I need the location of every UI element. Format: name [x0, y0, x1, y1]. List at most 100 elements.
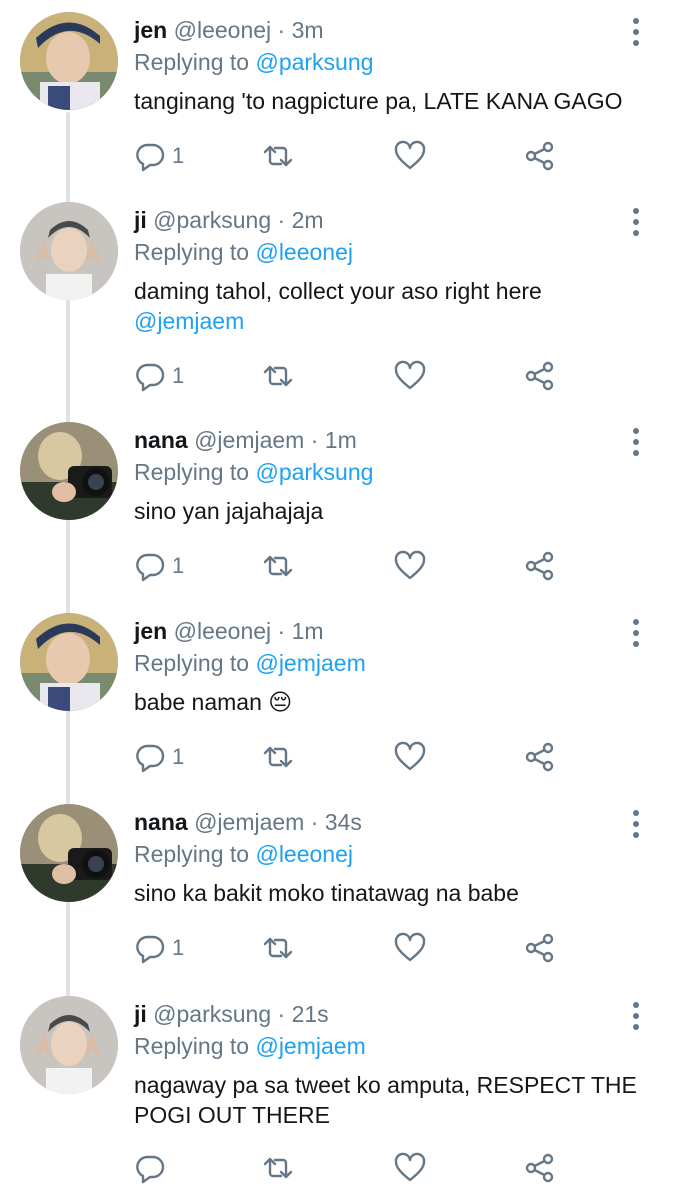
- reply-icon: [136, 143, 165, 172]
- replying-to-mention[interactable]: @leeonej: [255, 239, 353, 265]
- share-icon: [525, 141, 554, 171]
- reply-icon: [136, 1155, 165, 1184]
- share-button[interactable]: [524, 1148, 556, 1188]
- more-options-icon[interactable]: [626, 16, 646, 48]
- action-bar: 1: [134, 356, 574, 396]
- text-mention[interactable]: @jemjaem: [134, 308, 244, 334]
- reply-button[interactable]: 1: [134, 737, 184, 777]
- tweet[interactable]: ji @parksung · 2m Replying to @leeonej d…: [0, 190, 684, 392]
- tweet[interactable]: ji @parksung · 21s Replying to @jemjaem …: [0, 984, 684, 1200]
- share-button[interactable]: [524, 928, 556, 968]
- more-options-icon[interactable]: [626, 206, 646, 238]
- retweet-button[interactable]: [262, 737, 294, 777]
- more-options-icon[interactable]: [626, 426, 646, 458]
- like-button[interactable]: [394, 1148, 426, 1188]
- action-bar: 1: [134, 737, 574, 777]
- tweet-text-content: babe naman 😔: [134, 689, 293, 715]
- display-name[interactable]: nana: [134, 809, 188, 835]
- display-name[interactable]: jen: [134, 618, 167, 644]
- separator-dot: ·: [277, 207, 286, 233]
- replying-to-mention[interactable]: @leeonej: [255, 841, 353, 867]
- tweet-text: sino ka bakit moko tinatawag na babe: [134, 878, 644, 908]
- timestamp[interactable]: 1m: [325, 427, 357, 453]
- display-name[interactable]: ji: [134, 1001, 147, 1027]
- tweet[interactable]: jen @leeonej · 1m Replying to @jemjaem b…: [0, 601, 684, 791]
- retweet-button[interactable]: [262, 1148, 294, 1188]
- reply-count: 1: [172, 363, 185, 388]
- tweet-text: nagaway pa sa tweet ko amputa, RESPECT T…: [134, 1070, 644, 1130]
- share-button[interactable]: [524, 136, 556, 176]
- timestamp[interactable]: 3m: [292, 17, 324, 43]
- retweet-icon: [263, 365, 293, 387]
- like-button[interactable]: [394, 356, 426, 396]
- heart-icon: [394, 932, 426, 962]
- user-handle[interactable]: @jemjaem: [194, 427, 304, 453]
- reply-count: 1: [172, 553, 185, 578]
- more-options-icon[interactable]: [626, 617, 646, 649]
- tweet[interactable]: jen @leeonej · 3m Replying to @parksung …: [0, 0, 684, 190]
- avatar[interactable]: [20, 422, 118, 520]
- replying-to-mention[interactable]: @jemjaem: [255, 650, 365, 676]
- like-button[interactable]: [394, 136, 426, 176]
- reply-button[interactable]: [134, 1148, 172, 1188]
- retweet-button[interactable]: [262, 356, 294, 396]
- retweet-icon: [263, 145, 293, 167]
- avatar[interactable]: [20, 804, 118, 902]
- separator-dot: ·: [277, 17, 286, 43]
- reply-button[interactable]: 1: [134, 136, 184, 176]
- user-handle[interactable]: @leeonej: [174, 17, 272, 43]
- replying-to-mention[interactable]: @jemjaem: [255, 1033, 365, 1059]
- like-button[interactable]: [394, 737, 426, 777]
- retweet-icon: [263, 1157, 293, 1179]
- heart-icon: [394, 741, 426, 771]
- avatar[interactable]: [20, 12, 118, 110]
- share-button[interactable]: [524, 546, 556, 586]
- user-handle[interactable]: @parksung: [153, 1001, 271, 1027]
- more-options-icon[interactable]: [626, 808, 646, 840]
- display-name[interactable]: ji: [134, 207, 147, 233]
- replying-to-mention[interactable]: @parksung: [255, 459, 373, 485]
- timestamp[interactable]: 34s: [325, 809, 362, 835]
- more-options-icon[interactable]: [626, 1000, 646, 1032]
- display-name[interactable]: jen: [134, 17, 167, 43]
- replying-to-mention[interactable]: @parksung: [255, 49, 373, 75]
- like-button[interactable]: [394, 546, 426, 586]
- avatar[interactable]: [20, 202, 118, 300]
- timestamp[interactable]: 1m: [292, 618, 324, 644]
- tweet-text: tanginang 'to nagpicture pa, LATE KANA G…: [134, 86, 644, 116]
- action-bar: 1: [134, 546, 574, 586]
- reply-button[interactable]: 1: [134, 546, 184, 586]
- timestamp[interactable]: 2m: [292, 207, 324, 233]
- separator-dot: ·: [277, 1001, 286, 1027]
- reply-button[interactable]: 1: [134, 928, 184, 968]
- display-name[interactable]: nana: [134, 427, 188, 453]
- tweet[interactable]: nana @jemjaem · 1m Replying to @parksung…: [0, 410, 684, 600]
- heart-icon: [394, 1152, 426, 1182]
- avatar[interactable]: [20, 996, 118, 1094]
- tweet[interactable]: nana @jemjaem · 34s Replying to @leeonej…: [0, 792, 684, 982]
- user-handle[interactable]: @leeonej: [174, 618, 272, 644]
- heart-icon: [394, 550, 426, 580]
- user-handle[interactable]: @jemjaem: [194, 809, 304, 835]
- reply-thread: jen @leeonej · 3m Replying to @parksung …: [0, 0, 684, 1200]
- reply-icon: [136, 553, 165, 582]
- like-button[interactable]: [394, 928, 426, 968]
- action-bar: [134, 1148, 574, 1188]
- reply-button[interactable]: 1: [134, 356, 184, 396]
- replying-to-label: Replying to: [134, 49, 250, 75]
- tweet-text: babe naman 😔: [134, 687, 644, 717]
- retweet-button[interactable]: [262, 546, 294, 586]
- tweet-text-content: tanginang 'to nagpicture pa, LATE KANA G…: [134, 88, 623, 114]
- share-button[interactable]: [524, 737, 556, 777]
- share-icon: [525, 1153, 554, 1183]
- retweet-button[interactable]: [262, 136, 294, 176]
- tweet-text-content: daming tahol, collect your aso right her…: [134, 278, 542, 304]
- user-handle[interactable]: @parksung: [153, 207, 271, 233]
- tweet-text-content: sino yan jajahajaja: [134, 498, 324, 524]
- avatar[interactable]: [20, 613, 118, 711]
- timestamp[interactable]: 21s: [292, 1001, 329, 1027]
- retweet-button[interactable]: [262, 928, 294, 968]
- replying-to-label: Replying to: [134, 650, 250, 676]
- share-button[interactable]: [524, 356, 556, 396]
- heart-icon: [394, 140, 426, 170]
